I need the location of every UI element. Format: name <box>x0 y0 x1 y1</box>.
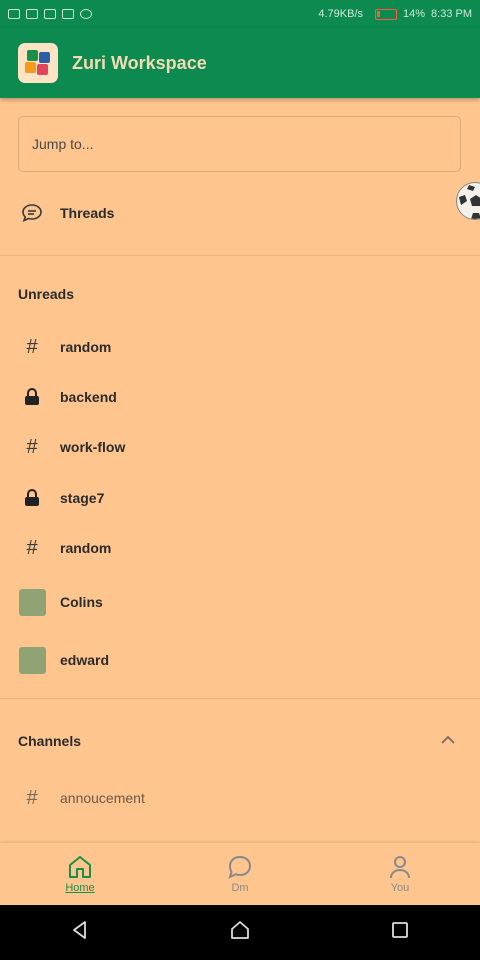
hash-icon: # <box>26 335 38 358</box>
notification-icon <box>26 9 38 19</box>
channels-heading: Channels <box>18 733 82 749</box>
dm-label: Colins <box>60 594 103 610</box>
nav-you-label: You <box>390 882 410 894</box>
lock-icon <box>18 484 46 512</box>
unreads-heading: Unreads <box>18 286 75 302</box>
hash-icon: # <box>26 536 38 559</box>
channel-label: work-flow <box>60 439 126 455</box>
unread-channel-random[interactable]: # random <box>18 333 111 361</box>
nav-home[interactable]: Home <box>40 854 120 894</box>
channel-label: annoucement <box>60 790 145 806</box>
unread-channel-stage7[interactable]: stage7 <box>18 484 104 512</box>
battery-icon <box>375 8 397 20</box>
channel-label: random <box>60 540 112 556</box>
threads-item[interactable]: Threads <box>18 199 114 227</box>
nav-home-label: Home <box>65 882 95 894</box>
workspace-logo-icon[interactable] <box>18 43 58 83</box>
nav-dm-label: Dm <box>231 882 249 894</box>
channel-label: stage7 <box>60 490 105 506</box>
channel-annoucement[interactable]: # annoucement <box>18 784 145 812</box>
hash-icon: # <box>26 786 38 809</box>
divider <box>0 255 480 256</box>
home-icon <box>69 856 91 878</box>
unread-channel-random-2[interactable]: # random <box>18 534 111 562</box>
channel-label: random <box>60 339 112 355</box>
gallery-icon <box>8 9 20 19</box>
chat-bubble-icon <box>228 855 252 879</box>
divider <box>0 698 480 699</box>
nav-dm[interactable]: Dm <box>200 854 280 894</box>
floating-ball-icon[interactable] <box>456 182 480 220</box>
hash-icon: # <box>26 435 38 458</box>
avatar <box>18 588 46 616</box>
status-icons-right: 4.79KB/s 14% 8:33 PM <box>318 8 472 20</box>
battery-level: 14% <box>403 8 426 20</box>
status-bar: 4.79KB/s 14% 8:33 PM <box>0 0 480 28</box>
home-button-icon[interactable] <box>230 920 250 945</box>
jump-to-placeholder: Jump to... <box>32 136 94 152</box>
app-bar: Zuri Workspace <box>0 28 480 98</box>
threads-label: Threads <box>60 205 115 221</box>
network-speed: 4.79KB/s <box>318 8 363 20</box>
unread-channel-backend[interactable]: backend <box>18 383 117 411</box>
app-icon <box>62 9 74 19</box>
user-icon <box>390 856 410 879</box>
jump-to-input[interactable]: Jump to... <box>18 116 461 172</box>
recents-icon[interactable] <box>390 920 410 945</box>
clock: 8:33 PM <box>431 8 472 20</box>
workspace-title: Zuri Workspace <box>72 52 207 73</box>
unread-dm-edward[interactable]: edward <box>18 646 109 674</box>
avatar <box>18 646 46 674</box>
nav-you[interactable]: You <box>360 854 440 894</box>
back-icon[interactable] <box>70 920 90 945</box>
lock-icon <box>18 383 46 411</box>
dm-label: edward <box>60 652 110 668</box>
bottom-navigation: Home Dm You <box>0 843 480 905</box>
app-icon-2 <box>80 9 92 19</box>
unread-dm-colins[interactable]: Colins <box>18 588 103 616</box>
channel-label: backend <box>60 389 117 405</box>
unread-channel-work-flow[interactable]: # work-flow <box>18 433 125 461</box>
status-icons-left <box>8 9 92 19</box>
threads-icon <box>18 199 46 227</box>
collapse-chevron-up-icon[interactable] <box>440 733 456 752</box>
system-navigation-bar <box>0 905 480 960</box>
message-icon <box>44 9 56 19</box>
